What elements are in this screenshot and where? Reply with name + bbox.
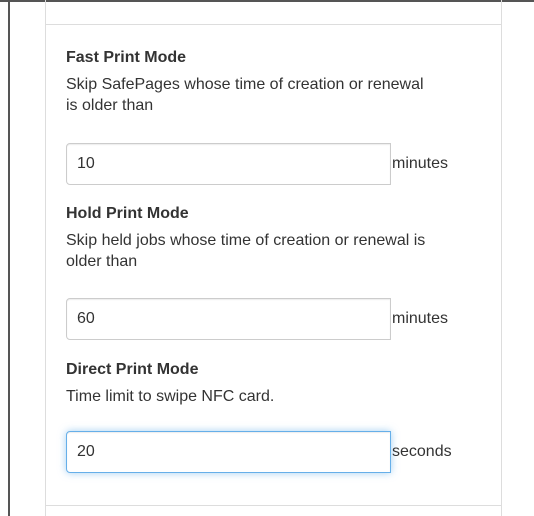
fast-print-section: Fast Print Mode Skip SafePages whose tim… — [66, 48, 486, 116]
direct-print-field-row: seconds — [66, 431, 452, 473]
fast-print-field-row: minutes — [66, 143, 448, 185]
fast-print-description: Skip SafePages whose time of creation or… — [66, 74, 486, 116]
hold-print-description-line1: Skip held jobs whose time of creation or… — [66, 232, 426, 249]
fast-print-minutes-input[interactable] — [66, 143, 391, 185]
direct-print-seconds-input[interactable] — [66, 431, 391, 473]
panel-bottom-strip — [45, 506, 502, 516]
panel-top-strip — [45, 0, 502, 24]
fast-print-description-line1: Skip SafePages whose time of creation or… — [66, 76, 424, 93]
hold-print-minutes-input[interactable] — [66, 298, 391, 340]
hold-print-field-row: minutes — [66, 298, 448, 340]
direct-print-unit-label: seconds — [392, 443, 452, 460]
hold-print-title: Hold Print Mode — [66, 205, 189, 222]
fast-print-title: Fast Print Mode — [66, 49, 187, 66]
hold-print-unit-label: minutes — [392, 310, 449, 327]
direct-print-description-line1: Time limit to swipe NFC card. — [66, 388, 275, 405]
hold-print-description-line2: older than — [66, 253, 138, 270]
hold-print-description: Skip held jobs whose time of creation or… — [66, 230, 486, 272]
fast-print-description-line2: is older than — [66, 97, 154, 114]
direct-print-title: Direct Print Mode — [66, 361, 199, 378]
direct-print-section: Direct Print Mode Time limit to swipe NF… — [66, 360, 486, 407]
direct-print-description: Time limit to swipe NFC card. — [66, 386, 486, 407]
fast-print-unit-label: minutes — [392, 155, 449, 172]
window-left-border — [8, 0, 10, 516]
hold-print-section: Hold Print Mode Skip held jobs whose tim… — [66, 204, 486, 272]
